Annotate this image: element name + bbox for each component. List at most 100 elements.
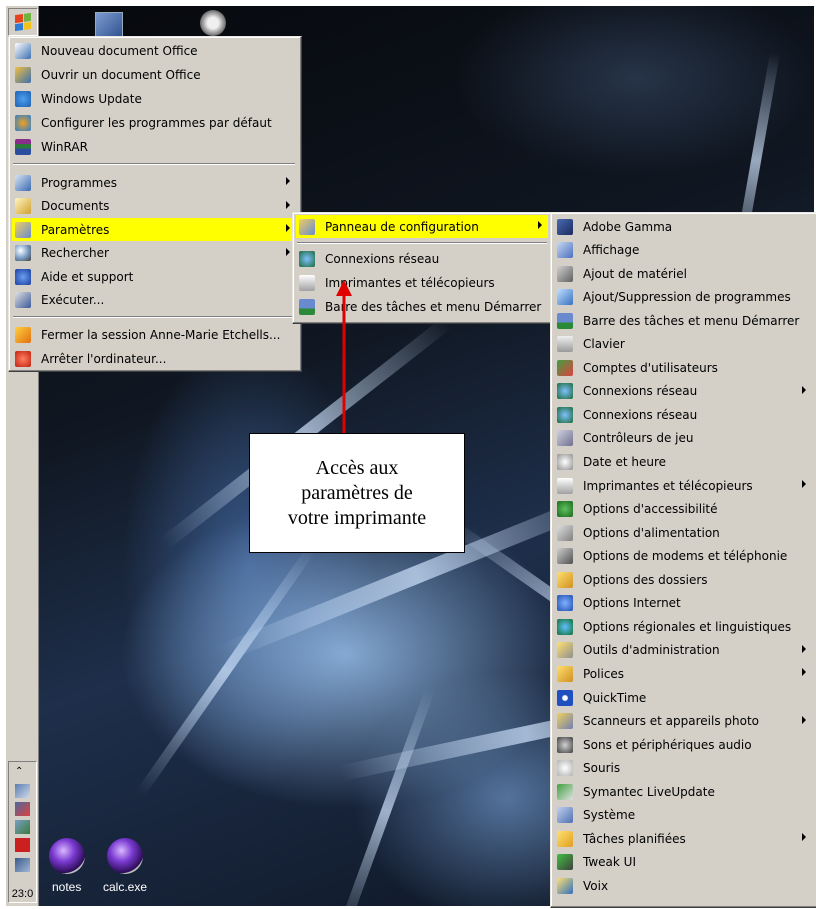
antivirus-tray-icon[interactable] bbox=[15, 838, 30, 852]
annotation-callout: Accès aux paramètres de votre imprimante bbox=[249, 433, 465, 553]
settings-item-panneau-de-configuration[interactable]: Panneau de configuration bbox=[296, 215, 548, 238]
start-menu-item-fermer-la-session-anne-marie-etchells-label: Fermer la session Anne-Marie Etchells... bbox=[41, 327, 281, 342]
control-panel-item-options-internet[interactable]: Options Internet bbox=[554, 592, 812, 615]
control-panel-item-options-d-accessibilite[interactable]: Options d'accessibilité bbox=[554, 498, 812, 521]
start-menu-item-executer[interactable]: Exécuter... bbox=[12, 289, 296, 312]
start-menu-item-windows-update-label: Windows Update bbox=[41, 91, 142, 106]
control-panel-item-imprimantes-et-telecopieurs[interactable]: Imprimantes et télécopieurs bbox=[554, 474, 812, 497]
control-panel-item-sons-et-peripheriques-audio[interactable]: Sons et périphériques audio bbox=[554, 733, 812, 756]
control-panel-item-options-d-alimentation[interactable]: Options d'alimentation bbox=[554, 521, 812, 544]
user-tray-icon[interactable] bbox=[15, 820, 30, 834]
winrar-icon bbox=[15, 138, 31, 155]
start-menu-item-winrar[interactable]: WinRAR bbox=[12, 135, 296, 158]
monitor-tray-icon[interactable] bbox=[15, 858, 30, 872]
desktop-icon-label-notes[interactable]: notes bbox=[52, 880, 81, 894]
menu-separator bbox=[297, 242, 547, 244]
control-panel-item-voix[interactable]: Voix bbox=[554, 874, 812, 897]
keyboard-icon bbox=[557, 336, 573, 353]
control-panel-item-controleurs-de-jeu-label: Contrôleurs de jeu bbox=[583, 431, 694, 446]
annotation-text: Accès aux paramètres de votre imprimante bbox=[287, 456, 427, 529]
control-panel-item-connexions-reseau[interactable]: Connexions réseau bbox=[554, 403, 812, 426]
control-panel-item-adobe-gamma[interactable]: Adobe Gamma bbox=[554, 215, 812, 238]
open-office-doc-icon bbox=[15, 66, 31, 83]
control-panel-item-outils-d-administration[interactable]: Outils d'administration bbox=[554, 639, 812, 662]
submenu-arrow-icon bbox=[802, 385, 806, 394]
taskbar-clock[interactable]: 23:0 bbox=[9, 888, 36, 900]
control-panel-item-barre-des-taches-et-menu-demarrer-label: Barre des tâches et menu Démarrer bbox=[583, 313, 800, 328]
control-panel-item-systeme-label: Système bbox=[583, 808, 636, 823]
control-panel-item-options-de-modems-et-telephonie[interactable]: Options de modems et téléphonie bbox=[554, 545, 812, 568]
network-error-tray-icon[interactable] bbox=[15, 802, 30, 816]
control-panel-item-scanneurs-et-appareils-photo[interactable]: Scanneurs et appareils photo bbox=[554, 710, 812, 733]
start-menu-item-rechercher-label: Rechercher bbox=[41, 246, 109, 260]
control-panel-item-ajout-de-materiel[interactable]: Ajout de matériel bbox=[554, 262, 812, 285]
control-panel-item-date-et-heure[interactable]: Date et heure bbox=[554, 451, 812, 474]
purple-disc-icon[interactable] bbox=[107, 838, 143, 874]
start-menu-item-configurer-les-programmes-par-defaut[interactable]: Configurer les programmes par défaut bbox=[12, 111, 296, 134]
start-menu-item-aide-et-support-label: Aide et support bbox=[41, 269, 134, 284]
control-panel-item-symantec-liveupdate[interactable]: Symantec LiveUpdate bbox=[554, 780, 812, 803]
folder-options-icon bbox=[557, 571, 573, 588]
control-panel-item-connexions-reseau[interactable]: Connexions réseau bbox=[554, 380, 812, 403]
speech-icon bbox=[557, 877, 573, 894]
start-menu-item-ouvrir-un-document-office[interactable]: Ouvrir un document Office bbox=[12, 63, 296, 86]
control-panel-item-quicktime[interactable]: QuickTime bbox=[554, 686, 812, 709]
monitor-icon bbox=[557, 218, 573, 235]
desktop-top-icon-2[interactable] bbox=[200, 10, 226, 36]
start-button[interactable] bbox=[8, 8, 38, 36]
submenu-arrow-icon bbox=[538, 221, 542, 229]
control-panel-item-options-de-modems-et-telephonie-label: Options de modems et téléphonie bbox=[583, 549, 788, 564]
start-menu-item-executer-label: Exécuter... bbox=[41, 293, 105, 307]
new-office-doc-icon bbox=[15, 42, 31, 59]
control-panel-item-polices[interactable]: Polices bbox=[554, 662, 812, 685]
submenu-arrow-icon bbox=[286, 247, 290, 256]
control-panel-item-clavier[interactable]: Clavier bbox=[554, 333, 812, 356]
control-panel-item-ajout-suppression-de-programmes[interactable]: Ajout/Suppression de programmes bbox=[554, 286, 812, 309]
start-menu-item-parametres[interactable]: Paramètres bbox=[12, 218, 296, 241]
control-panel-item-options-internet-label: Options Internet bbox=[583, 596, 681, 611]
network-tray-icon[interactable] bbox=[15, 784, 30, 798]
printer-icon bbox=[299, 274, 315, 291]
start-menu-item-documents[interactable]: Documents bbox=[12, 195, 296, 218]
printer-icon bbox=[557, 477, 573, 494]
control-panel-item-options-des-dossiers-label: Options des dossiers bbox=[583, 572, 708, 587]
start-menu-item-nouveau-document-office[interactable]: Nouveau document Office bbox=[12, 39, 296, 62]
system-icon bbox=[557, 807, 573, 824]
network-icon bbox=[299, 250, 315, 267]
control-panel-item-barre-des-taches-et-menu-demarrer[interactable]: Barre des tâches et menu Démarrer bbox=[554, 309, 812, 332]
control-panel-item-affichage[interactable]: Affichage bbox=[554, 239, 812, 262]
submenu-arrow-icon bbox=[802, 668, 806, 677]
control-panel-item-controleurs-de-jeu[interactable]: Contrôleurs de jeu bbox=[554, 427, 812, 450]
start-menu-item-windows-update[interactable]: Windows Update bbox=[12, 87, 296, 110]
run-icon bbox=[15, 292, 31, 308]
start-menu: Nouveau document Office Ouvrir un documen… bbox=[8, 36, 302, 372]
control-panel-item-options-regionales-et-linguistiques-label: Options régionales et linguistiques bbox=[583, 619, 792, 634]
desktop-icon-label-calc[interactable]: calc.exe bbox=[103, 880, 147, 894]
start-menu-item-rechercher[interactable]: Rechercher bbox=[12, 242, 296, 265]
tray-expand-icon[interactable]: ⌃ bbox=[15, 766, 23, 777]
control-panel-item-options-des-dossiers[interactable]: Options des dossiers bbox=[554, 568, 812, 591]
phone-icon bbox=[557, 548, 573, 565]
submenu-arrow-icon bbox=[802, 833, 806, 842]
start-menu-item-ouvrir-un-document-office-label: Ouvrir un document Office bbox=[41, 67, 201, 82]
control-panel-item-tweak-ui[interactable]: Tweak UI bbox=[554, 851, 812, 874]
network-icon bbox=[557, 383, 573, 400]
start-menu-item-programmes[interactable]: Programmes bbox=[12, 171, 296, 194]
start-menu-item-fermer-la-session-anne-marie-etchells[interactable]: Fermer la session Anne-Marie Etchells... bbox=[12, 323, 296, 346]
settings-item-connexions-reseau[interactable]: Connexions réseau bbox=[296, 247, 548, 270]
submenu-arrow-icon bbox=[802, 480, 806, 489]
control-panel-item-taches-planifiees[interactable]: Tâches planifiées bbox=[554, 827, 812, 850]
control-panel-item-comptes-d-utilisateurs[interactable]: Comptes d'utilisateurs bbox=[554, 356, 812, 379]
start-menu-item-aide-et-support[interactable]: Aide et support bbox=[12, 265, 296, 288]
menu-separator bbox=[13, 316, 295, 318]
fonts-folder-icon bbox=[557, 665, 573, 682]
clock-icon bbox=[557, 454, 573, 470]
control-panel-item-quicktime-label: QuickTime bbox=[583, 690, 647, 705]
start-menu-item-configurer-les-programmes-par-defaut-label: Configurer les programmes par défaut bbox=[41, 115, 272, 130]
purple-disc-icon[interactable] bbox=[49, 838, 85, 874]
control-panel-item-imprimantes-et-telecopieurs-label: Imprimantes et télécopieurs bbox=[583, 478, 753, 493]
control-panel-item-options-regionales-et-linguistiques[interactable]: Options régionales et linguistiques bbox=[554, 615, 812, 638]
start-menu-item-arreter-l-ordinateur[interactable]: Arrêter l'ordinateur... bbox=[12, 347, 296, 370]
control-panel-item-souris[interactable]: Souris bbox=[554, 757, 812, 780]
control-panel-item-systeme[interactable]: Système bbox=[554, 804, 812, 827]
